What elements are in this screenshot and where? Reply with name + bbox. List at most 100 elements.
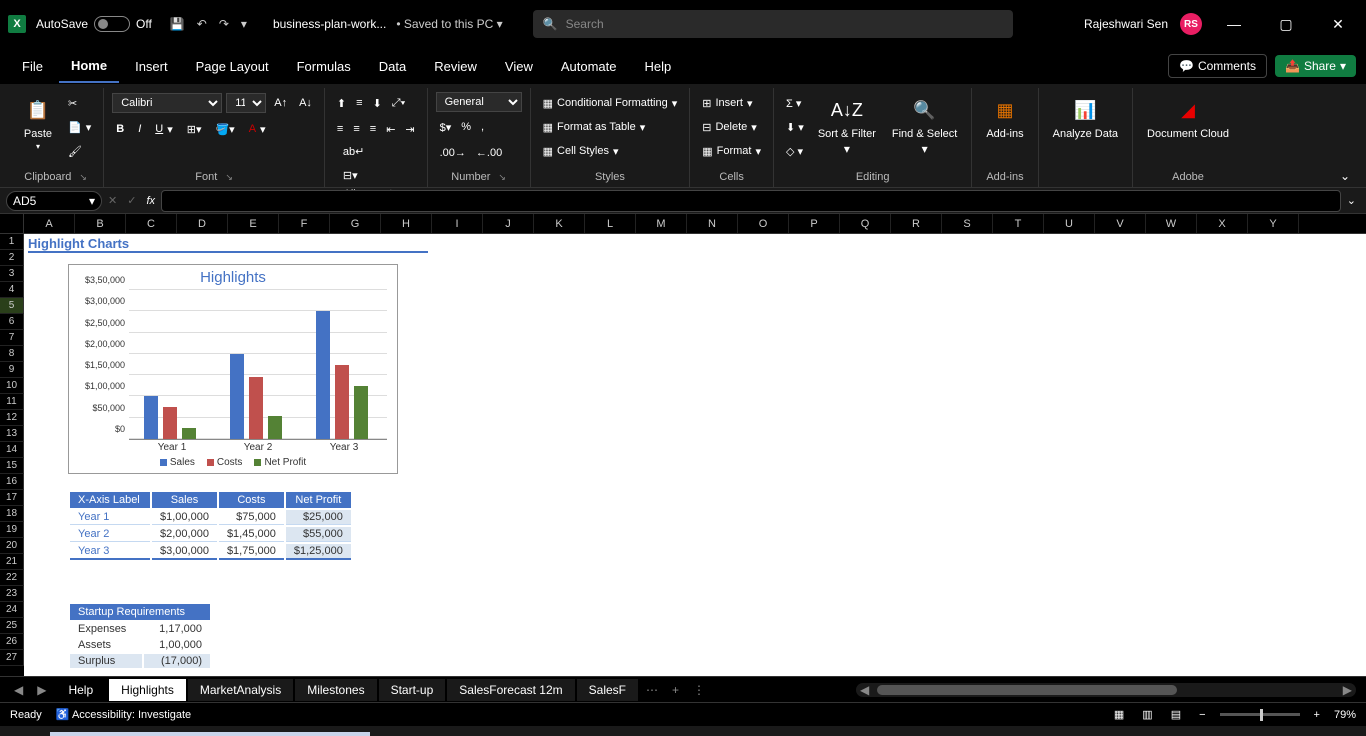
increase-indent-button[interactable]: ⇥ [401,118,418,140]
zoom-in-button[interactable]: + [1310,707,1324,723]
tab-data[interactable]: Data [367,51,418,82]
cancel-formula-icon[interactable]: ✕ [104,190,121,212]
column-header[interactable]: B [75,214,126,233]
decrease-indent-button[interactable]: ⇤ [382,118,399,140]
minimize-button[interactable]: — [1214,8,1254,40]
paste-button[interactable]: 📋 Paste▾ [16,92,60,153]
row-header[interactable]: 11 [0,394,24,410]
sheet-tab-startup[interactable]: Start-up [379,679,446,701]
page-layout-view-button[interactable]: ▥ [1138,706,1156,723]
align-bottom-button[interactable]: ⬇ [369,92,386,114]
align-middle-button[interactable]: ≡ [352,92,366,114]
fill-button[interactable]: ⬇ ▾ [782,116,808,138]
column-header[interactable]: A [24,214,75,233]
close-button[interactable]: ✕ [1318,8,1358,40]
copy-button[interactable]: 📄▾ [64,116,95,138]
decrease-decimal-button[interactable]: ←.00 [472,142,506,164]
row-header[interactable]: 1 [0,234,24,250]
search-input[interactable]: 🔍 Search [533,10,1013,38]
insert-cells-button[interactable]: ⊞ Insert ▾ [698,92,765,114]
column-header[interactable]: J [483,214,534,233]
row-header[interactable]: 9 [0,362,24,378]
column-header[interactable]: O [738,214,789,233]
find-select-button[interactable]: 🔍 Find & Select▾ [886,92,963,158]
sort-filter-button[interactable]: A↓Z Sort & Filter▾ [812,92,882,158]
user-avatar[interactable]: RS [1180,13,1202,35]
normal-view-button[interactable]: ▦ [1110,706,1128,723]
tab-view[interactable]: View [493,51,545,82]
sheet-tabs-options-icon[interactable]: ⋮ [687,683,711,697]
formula-input[interactable] [161,190,1341,212]
row-header[interactable]: 19 [0,522,24,538]
comments-button[interactable]: 💬 Comments [1168,54,1267,78]
align-right-button[interactable]: ≡ [366,118,380,140]
tab-automate[interactable]: Automate [549,51,629,82]
row-header[interactable]: 4 [0,282,24,298]
underline-button[interactable]: U▾ [151,118,176,140]
row-header[interactable]: 25 [0,618,24,634]
row-header[interactable]: 6 [0,314,24,330]
expand-formula-bar-icon[interactable]: ⌄ [1343,190,1360,212]
format-painter-button[interactable]: 🖌 [64,140,95,162]
increase-decimal-button[interactable]: .00→ [436,142,470,164]
italic-button[interactable]: I [134,118,145,140]
sheet-tab-salesf[interactable]: SalesF [577,679,638,701]
save-status[interactable]: • Saved to this PC ▾ [396,17,502,31]
column-header[interactable]: F [279,214,330,233]
number-launcher-icon[interactable]: ↘ [498,172,506,183]
sheet-tab-highlights[interactable]: Highlights [109,679,186,701]
sheet-tab-marketanalysis[interactable]: MarketAnalysis [188,679,293,701]
fill-color-button[interactable]: 🪣▾ [211,118,238,140]
row-header[interactable]: 5 [0,298,24,314]
sheet-nav-prev-icon[interactable]: ◀ [8,683,29,697]
sheet-tab-milestones[interactable]: Milestones [295,679,376,701]
qat-customize-icon[interactable]: ▾ [235,13,253,35]
font-color-button[interactable]: A▾ [245,118,270,140]
sheet-nav-next-icon[interactable]: ▶ [31,683,52,697]
row-header[interactable]: 22 [0,570,24,586]
column-header[interactable]: T [993,214,1044,233]
tab-insert[interactable]: Insert [123,51,180,82]
column-header[interactable]: E [228,214,279,233]
redo-icon[interactable]: ↷ [213,13,235,35]
fx-icon[interactable]: fx [142,190,159,212]
worksheet-grid[interactable]: 1234567891011121314151617181920212223242… [0,234,1366,676]
column-header[interactable]: G [330,214,381,233]
row-header[interactable]: 18 [0,506,24,522]
column-header[interactable]: K [534,214,585,233]
column-header[interactable]: V [1095,214,1146,233]
tab-page-layout[interactable]: Page Layout [184,51,281,82]
tab-file[interactable]: File [10,51,55,82]
restore-button[interactable]: ▢ [1266,8,1306,40]
select-all-corner[interactable] [0,214,24,233]
row-header[interactable]: 23 [0,586,24,602]
borders-button[interactable]: ⊞▾ [183,118,206,140]
column-header[interactable]: X [1197,214,1248,233]
merge-center-button[interactable]: ⊟▾ [339,164,419,186]
row-header[interactable]: 2 [0,250,24,266]
column-header[interactable]: D [177,214,228,233]
orientation-button[interactable]: ⤢▾ [388,92,409,114]
row-header[interactable]: 15 [0,458,24,474]
zoom-level[interactable]: 79% [1334,709,1356,721]
row-header[interactable]: 17 [0,490,24,506]
clipboard-launcher-icon[interactable]: ↘ [79,172,87,183]
column-header[interactable]: U [1044,214,1095,233]
adobe-document-cloud-button[interactable]: ◢ Document Cloud [1141,92,1235,142]
wrap-text-button[interactable]: ab↵ [339,140,419,162]
number-format-select[interactable]: General [436,92,522,112]
font-launcher-icon[interactable]: ↘ [225,172,233,183]
share-button[interactable]: 📤 Share ▾ [1275,55,1356,77]
column-header[interactable]: S [942,214,993,233]
row-header[interactable]: 21 [0,554,24,570]
align-left-button[interactable]: ≡ [333,118,347,140]
highlights-chart[interactable]: Highlights $0$50,000$1,00,000$1,50,000$2… [68,264,398,474]
column-header[interactable]: I [432,214,483,233]
row-header[interactable]: 26 [0,634,24,650]
row-header[interactable]: 8 [0,346,24,362]
column-header[interactable]: C [126,214,177,233]
column-header[interactable]: H [381,214,432,233]
align-center-button[interactable]: ≡ [349,118,363,140]
column-header[interactable]: P [789,214,840,233]
row-header[interactable]: 12 [0,410,24,426]
